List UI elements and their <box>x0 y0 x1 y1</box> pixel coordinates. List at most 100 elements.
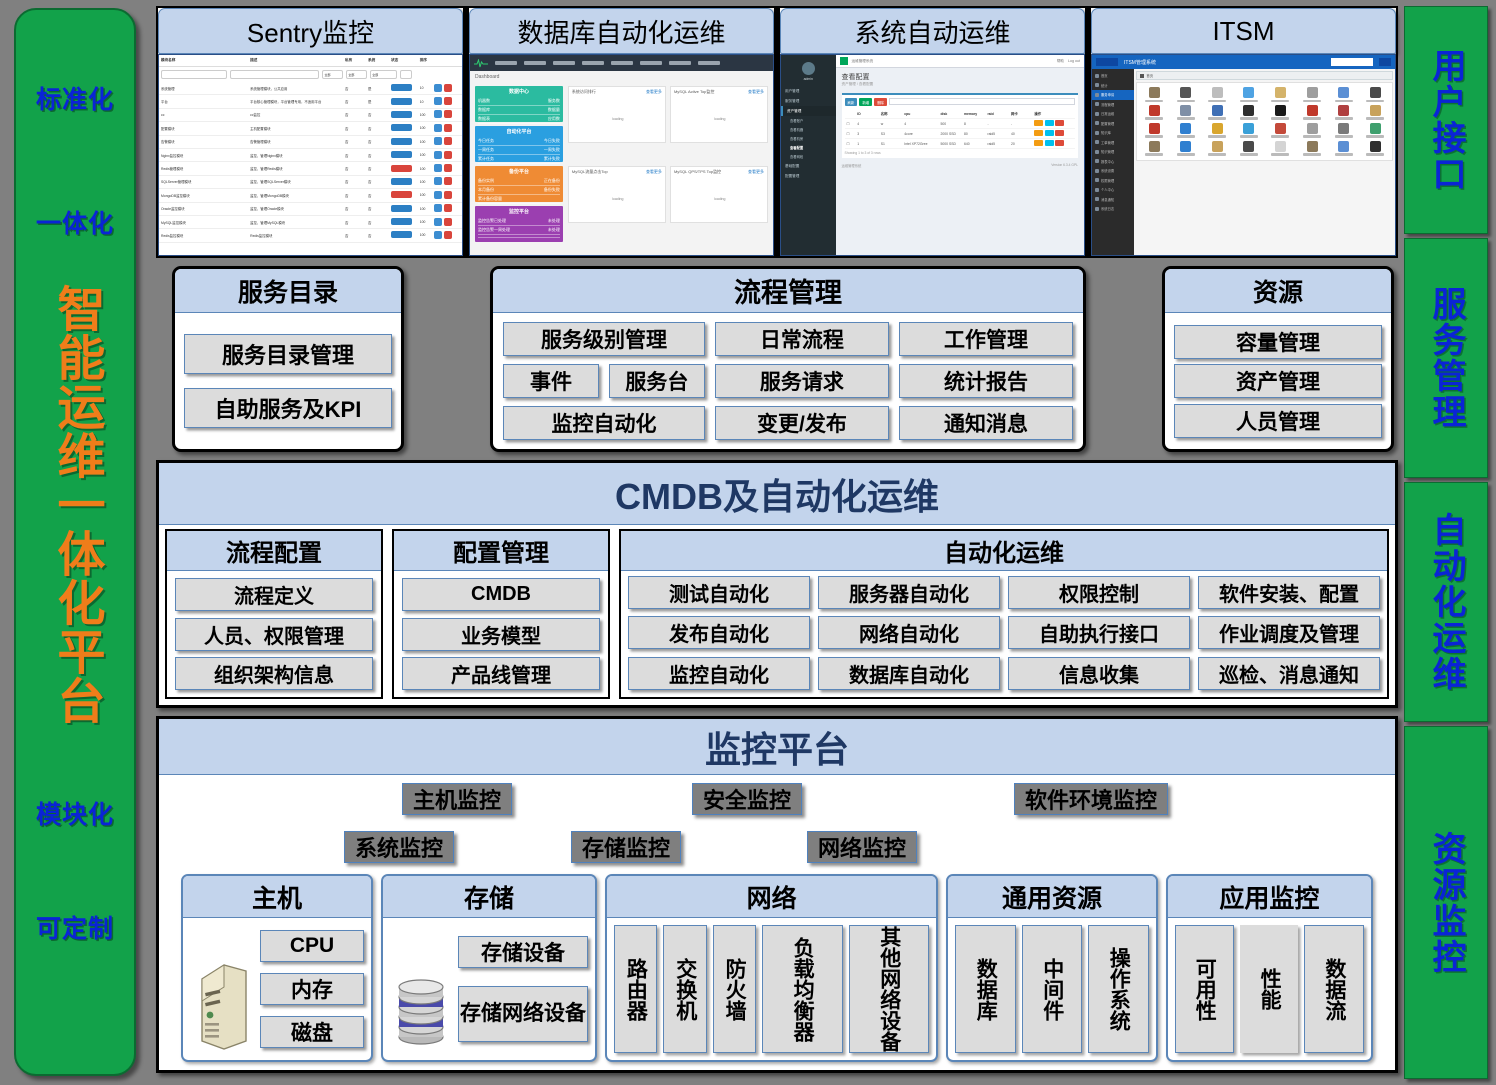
itsm-app-icon-7[interactable] <box>1360 87 1390 102</box>
itsm-app-icon-22[interactable] <box>1329 122 1359 138</box>
btn-automation-2[interactable]: 权限控制 <box>1008 576 1190 609</box>
itsm-app-icon-24[interactable] <box>1139 140 1169 156</box>
table-row[interactable]: 平台 平台核心管理模块，平台管理专用，不适用平台 否 是 10 <box>159 95 462 109</box>
filter-private-select[interactable]: 全部 <box>322 70 344 79</box>
cell-status[interactable] <box>391 177 420 186</box>
itsm-sidebar-item-5[interactable]: 配置管理 <box>1092 119 1134 129</box>
cell-status[interactable] <box>391 110 420 119</box>
btn-service-desk[interactable]: 服务台 <box>608 364 705 398</box>
cell-status[interactable] <box>391 218 420 226</box>
admin-menu-item-active[interactable]: 资产管理 <box>781 106 836 116</box>
itsm-sidebar-item-14[interactable]: 系统日志 <box>1092 204 1134 214</box>
btn-automation-4[interactable]: 发布自动化 <box>628 616 810 650</box>
monitor-tag-3[interactable]: 系统监控 <box>344 831 455 864</box>
cell-actions[interactable] <box>434 150 460 160</box>
cell-status[interactable] <box>391 164 420 173</box>
itsm-sidebar-item-9[interactable]: 报表中心 <box>1092 157 1134 167</box>
itsm-app-icon-1[interactable] <box>1171 87 1201 102</box>
btn-router[interactable]: 路由器 <box>614 925 658 1053</box>
filter-name-input[interactable] <box>161 70 227 79</box>
btn-cpu[interactable]: CPU <box>260 930 364 962</box>
itsm-app-icon-19[interactable] <box>1234 122 1264 138</box>
table-row[interactable]: Redis监控模块 Redis监控模块 否 否 100 <box>159 229 462 243</box>
admin-table-row[interactable]: ☐ 3 S3 4core 2000 SSD 80 raid5 40 <box>844 129 1075 139</box>
btn-statistics-report[interactable]: 统计报告 <box>898 364 1073 398</box>
admin-search-input[interactable] <box>888 98 1075 105</box>
itsm-app-icon-29[interactable] <box>1297 140 1327 156</box>
itsm-sidebar-item-0[interactable]: 首页 <box>1092 71 1134 81</box>
btn-incident[interactable]: 事件 <box>503 364 599 398</box>
admin-help-link[interactable]: 帮助 <box>1057 59 1064 64</box>
itsm-app-icon-14[interactable] <box>1329 104 1359 120</box>
cell-actions[interactable] <box>434 190 460 200</box>
btn-firewall[interactable]: 防火墙 <box>712 925 757 1053</box>
card-link[interactable]: 查看更多 <box>646 89 662 95</box>
btn-middleware[interactable]: 中间件 <box>1021 925 1083 1053</box>
admin-menu-item[interactable]: 配置管理 <box>781 171 836 181</box>
cell-status[interactable] <box>391 151 420 159</box>
btn-availability[interactable]: 可用性 <box>1174 925 1235 1053</box>
admin-submenu-item[interactable]: 查看机房 <box>781 134 836 143</box>
cell-status[interactable] <box>391 204 420 213</box>
cell-actions[interactable] <box>434 164 460 173</box>
itsm-app-icon-9[interactable] <box>1171 104 1201 120</box>
itsm-app-icon-13[interactable] <box>1297 104 1327 120</box>
card-link[interactable]: 查看更多 <box>748 89 764 95</box>
itsm-app-icon-11[interactable] <box>1234 104 1264 120</box>
itsm-app-icon-30[interactable] <box>1329 140 1359 156</box>
btn-capacity-management[interactable]: 容量管理 <box>1174 324 1382 359</box>
btn-disk[interactable]: 磁盘 <box>260 1016 364 1048</box>
itsm-app-icon-5[interactable] <box>1297 87 1327 102</box>
admin-submenu-item[interactable]: 查看机器 <box>781 125 836 134</box>
admin-menu-item[interactable]: 用户管理 <box>781 86 836 96</box>
menu-toggle-icon[interactable] <box>839 57 848 65</box>
itsm-search-input[interactable] <box>1331 58 1373 66</box>
card-link[interactable]: 查看更多 <box>748 169 764 175</box>
table-row[interactable]: cc cc监控 否 否 100 <box>159 109 462 123</box>
btn-performance[interactable]: 性能 <box>1240 925 1299 1053</box>
btn-personnel-management[interactable]: 人员管理 <box>1174 403 1382 438</box>
table-row[interactable]: 系统管理 系统管理模块，公共应用 否 是 10 <box>159 82 462 96</box>
cell-actions[interactable] <box>434 204 460 213</box>
table-row[interactable]: 告警模块 告警管理模块 否 否 100 <box>159 136 462 149</box>
itsm-sidebar-item-7[interactable]: 工单管理 <box>1092 138 1134 148</box>
btn-storage-device[interactable]: 存储设备 <box>458 936 588 969</box>
btn-memory[interactable]: 内存 <box>260 973 364 1005</box>
itsm-app-icon-8[interactable] <box>1139 104 1169 120</box>
admin-table-row[interactable]: ☐ 1 S1 Intel XP72Gree 5000 SSD 640 raid5 20 <box>844 139 1075 149</box>
btn-database[interactable]: 数据库 <box>955 925 1016 1053</box>
cell-status[interactable] <box>391 124 420 132</box>
itsm-app-icon-17[interactable] <box>1171 122 1201 138</box>
itsm-sidebar-item-12[interactable]: 个人中心 <box>1092 185 1134 195</box>
btn-work-management[interactable]: 工作管理 <box>898 322 1073 356</box>
itsm-app-icon-16[interactable] <box>1139 122 1169 138</box>
itsm-app-icon-20[interactable] <box>1266 122 1296 138</box>
btn-automation-9[interactable]: 数据库自动化 <box>818 656 1000 690</box>
table-row[interactable]: Oracle监控模块 监控、管理Oracle模块 否 否 100 <box>159 203 462 216</box>
itsm-app-icon-31[interactable] <box>1360 140 1390 156</box>
btn-service-level-management[interactable]: 服务级别管理 <box>503 322 705 356</box>
itsm-sidebar-item-13[interactable]: 消息通知 <box>1092 195 1134 205</box>
cell-actions[interactable] <box>434 110 460 119</box>
btn-service-catalog-management[interactable]: 服务目录管理 <box>184 333 392 374</box>
itsm-sidebar-item-1[interactable]: 统计 <box>1092 81 1134 91</box>
btn-automation-5[interactable]: 网络自动化 <box>818 616 1000 650</box>
itsm-app-icon-26[interactable] <box>1203 140 1233 156</box>
btn-service-request[interactable]: 服务请求 <box>714 364 889 398</box>
admin-logout-link[interactable]: Log out <box>1068 59 1080 63</box>
itsm-sidebar-item-8[interactable]: 知识管理 <box>1092 147 1134 157</box>
admin-menu-item[interactable]: 服务管理 <box>781 96 836 106</box>
dashboard-tile-0[interactable]: 数据中心 机器数 服务数 数据库 数据量 数据表 应用数 <box>475 86 563 124</box>
cell-status[interactable] <box>391 84 420 92</box>
admin-submenu-item[interactable]: 查看网段 <box>781 152 836 161</box>
btn-business-model[interactable]: 业务模型 <box>402 617 600 651</box>
itsm-app-icon-25[interactable] <box>1171 140 1201 156</box>
cell-actions[interactable] <box>434 230 460 240</box>
btn-change-release[interactable]: 变更/发布 <box>714 406 889 440</box>
table-row[interactable]: 配置模块 主机配置模块 否 否 100 <box>159 122 462 136</box>
itsm-sidebar[interactable]: 首页 统计 服务申请 流程管理 日常运维 配置管理 知识库 工单管理 知识管理 报表中心 系统设置权… <box>1092 69 1135 255</box>
itsm-app-icon-2[interactable] <box>1203 87 1233 102</box>
btn-automation-8[interactable]: 监控自动化 <box>628 656 810 690</box>
btn-process-definition[interactable]: 流程定义 <box>175 578 373 612</box>
btn-operating-system[interactable]: 操作系统 <box>1088 925 1149 1053</box>
